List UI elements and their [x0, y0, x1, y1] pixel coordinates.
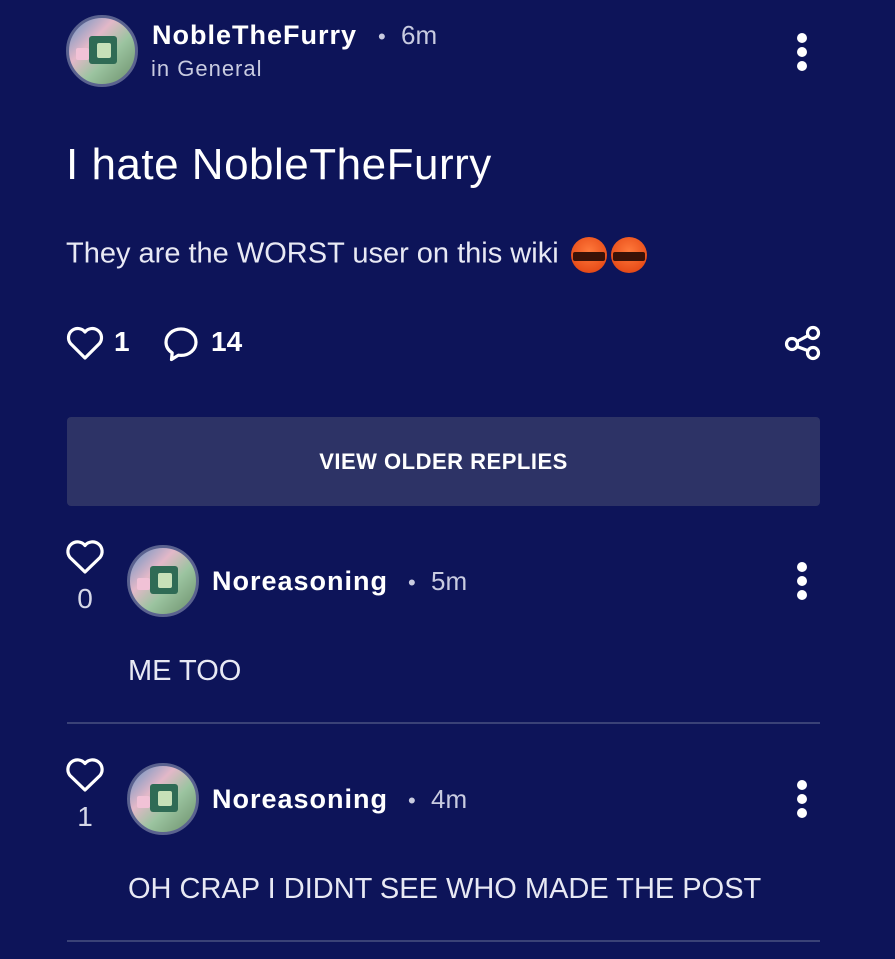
reply-timestamp: 4m: [431, 784, 468, 814]
reply-more-options-icon[interactable]: [796, 562, 808, 602]
reply-author-avatar[interactable]: [127, 545, 199, 617]
comment-count: 14: [211, 326, 243, 357]
reply-timestamp: 5m: [431, 566, 468, 596]
meta-separator: •: [408, 570, 416, 595]
reply-text: OH CRAP I DIDNT SEE WHO MADE THE POST: [128, 873, 762, 905]
post-more-options-icon[interactable]: [796, 33, 808, 73]
reply-author-name[interactable]: Noreasoning: [212, 566, 388, 597]
post-title: I hate NobleTheFurry: [66, 140, 492, 189]
post-timestamp: 6m: [401, 20, 438, 50]
reply-author-name[interactable]: Noreasoning: [212, 784, 388, 815]
reply-text: ME TOO: [128, 655, 242, 687]
meta-separator: •: [378, 24, 386, 49]
author-avatar[interactable]: [66, 15, 138, 87]
meta-separator: •: [408, 788, 416, 813]
reply-upvote-heart-icon[interactable]: [65, 538, 105, 576]
post-author-name[interactable]: NobleTheFurry: [152, 20, 357, 51]
view-older-replies-button[interactable]: VIEW OLDER REPLIES: [67, 417, 820, 506]
reply-divider: [67, 722, 820, 724]
reply-upvote-heart-icon[interactable]: [65, 756, 105, 794]
reply-vote-count: 1: [77, 801, 93, 832]
heart-icon[interactable]: [66, 325, 104, 361]
post-body: They are the WORST user on this wiki: [66, 237, 647, 273]
comment-icon[interactable]: [162, 325, 200, 363]
post-body-text: They are the WORST user on this wiki: [66, 237, 559, 270]
reply-divider: [67, 940, 820, 942]
share-icon[interactable]: [783, 325, 823, 361]
reply-vote-count: 0: [77, 583, 93, 614]
angry-symbols-emoji-icon: [570, 237, 607, 273]
angry-symbols-emoji-icon: [610, 237, 647, 273]
reply-more-options-icon[interactable]: [796, 780, 808, 820]
like-count: 1: [114, 326, 130, 357]
post-category[interactable]: in General: [151, 56, 263, 82]
reply-author-avatar[interactable]: [127, 763, 199, 835]
